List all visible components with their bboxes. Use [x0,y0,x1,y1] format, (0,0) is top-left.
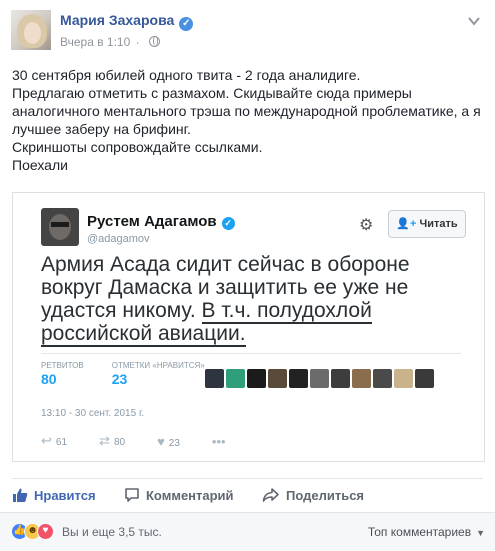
chevron-down-icon[interactable] [467,14,481,28]
tweet-time: 13:10 - 30 сент. 2015 г. [41,408,145,419]
tweet-author-name: Рустем Адагамов ✓ [87,213,235,230]
like-label[interactable]: Нравится [34,488,96,503]
tweet-text: Армия Асада сидит сейчас в обороне вокру… [41,253,461,347]
tweet-more: ••• [212,434,230,449]
heart-icon: ♥ [157,433,165,449]
post-actions-bar: Нравится Комментарий Поделиться [12,478,483,510]
reactions-bar: 👍 ☻ ♥ Вы и еще 3,5 тыс. Топ комментариев… [0,512,495,551]
add-user-icon: 👤+ [396,218,417,230]
caret-down-icon: ▼ [476,528,485,538]
tweet-stats: РЕТВИТОВ 80 ОТМЕТКИ «НРАВИТСЯ» 23 [41,361,233,387]
tweet-verified-icon: ✓ [221,217,235,230]
liker-avatar [226,369,245,388]
comment-button[interactable]: Комментарий [124,487,234,503]
verified-badge-icon: ✓ [179,17,194,31]
like-button[interactable]: Нравится [12,487,96,503]
top-comments-dropdown[interactable]: Топ комментариев ▼ [368,525,485,539]
retweet-icon: ⇄ [99,433,110,448]
liker-avatar [205,369,224,388]
liker-avatar [247,369,266,388]
tweet-retweet: ⇄ 80 [99,433,125,449]
tweet-likes-label: ОТМЕТКИ «НРАВИТСЯ» [111,361,205,370]
tweet-retweets-label: РЕТВИТОВ [41,361,84,370]
globe-icon [148,36,160,47]
liker-avatar [394,369,413,388]
embedded-tweet-screenshot[interactable]: Рустем Адагамов ✓ @adagamov ⚙ 👤+ Читать Ар… [12,192,485,462]
liker-avatar [331,369,350,388]
tweet-follow-button: 👤+ Читать [388,210,466,238]
tweet-likes-stat: ОТМЕТКИ «НРАВИТСЯ» 23 [112,361,205,387]
author-avatar[interactable] [11,10,51,50]
liker-avatar [373,369,392,388]
reaction-emojis[interactable]: 👍 ☻ ♥ [11,523,54,540]
share-button[interactable]: Поделиться [262,487,364,503]
tweet-author-avatar [41,208,79,246]
liker-avatar [289,369,308,388]
tweet-like-count: 23 [168,437,180,449]
tweet-likers [205,369,436,388]
tweet-follow-label: Читать [419,218,458,230]
post-text-line: Поехали [12,157,68,173]
tweet-author-handle: @adagamov [87,233,150,245]
liker-avatar [415,369,434,388]
tweet-reply-count: 61 [55,437,68,448]
thumbs-up-icon [13,488,28,502]
author-name-text[interactable]: Мария Захарова [60,12,174,28]
post-text-line: Скриншоты сопровождайте ссылками. [12,139,263,155]
author-name[interactable]: Мария Захарова ✓ [60,12,194,31]
post-text-line: 30 сентября юбилей одного твита - 2 года… [12,67,361,83]
top-comments-label[interactable]: Топ комментариев [368,525,471,539]
comment-label[interactable]: Комментарий [146,488,234,503]
share-icon [262,488,279,502]
tweet-reply: ↩ 61 [41,433,67,449]
post-meta: Вчера в 1:10 · [60,35,160,49]
tweet-author-name-text: Рустем Адагамов [87,213,217,230]
reaction-count[interactable]: Вы и еще 3,5 тыс. [62,525,162,539]
tweet-like: ♥ 23 [157,434,180,449]
gear-icon: ⚙ [359,217,374,234]
tweet-likes-value: 23 [111,371,128,387]
tweet-retweets-stat: РЕТВИТОВ 80 [41,361,84,387]
post-text-line: Предлагаю отметить с размахом. Скидывайт… [12,85,481,137]
tweet-actions: ↩ 61 ⇄ 80 ♥ 23 ••• [41,433,262,449]
share-label[interactable]: Поделиться [286,488,364,503]
tweet-retweets-value: 80 [41,371,57,387]
tweet-retweet-count: 80 [113,437,126,448]
post-timestamp[interactable]: Вчера в 1:10 [60,35,130,49]
post-text: 30 сентября юбилей одного твита - 2 года… [12,66,484,174]
more-icon: ••• [211,433,226,449]
liker-avatar [352,369,371,388]
liker-avatar [310,369,329,388]
liker-avatar [268,369,287,388]
comment-icon [125,488,139,502]
facebook-post: Мария Захарова ✓ Вчера в 1:10 · 30 сентяб… [0,0,495,551]
tweet-divider [41,353,461,354]
reply-icon: ↩ [41,433,52,448]
love-reaction-icon: ♥ [37,523,54,540]
